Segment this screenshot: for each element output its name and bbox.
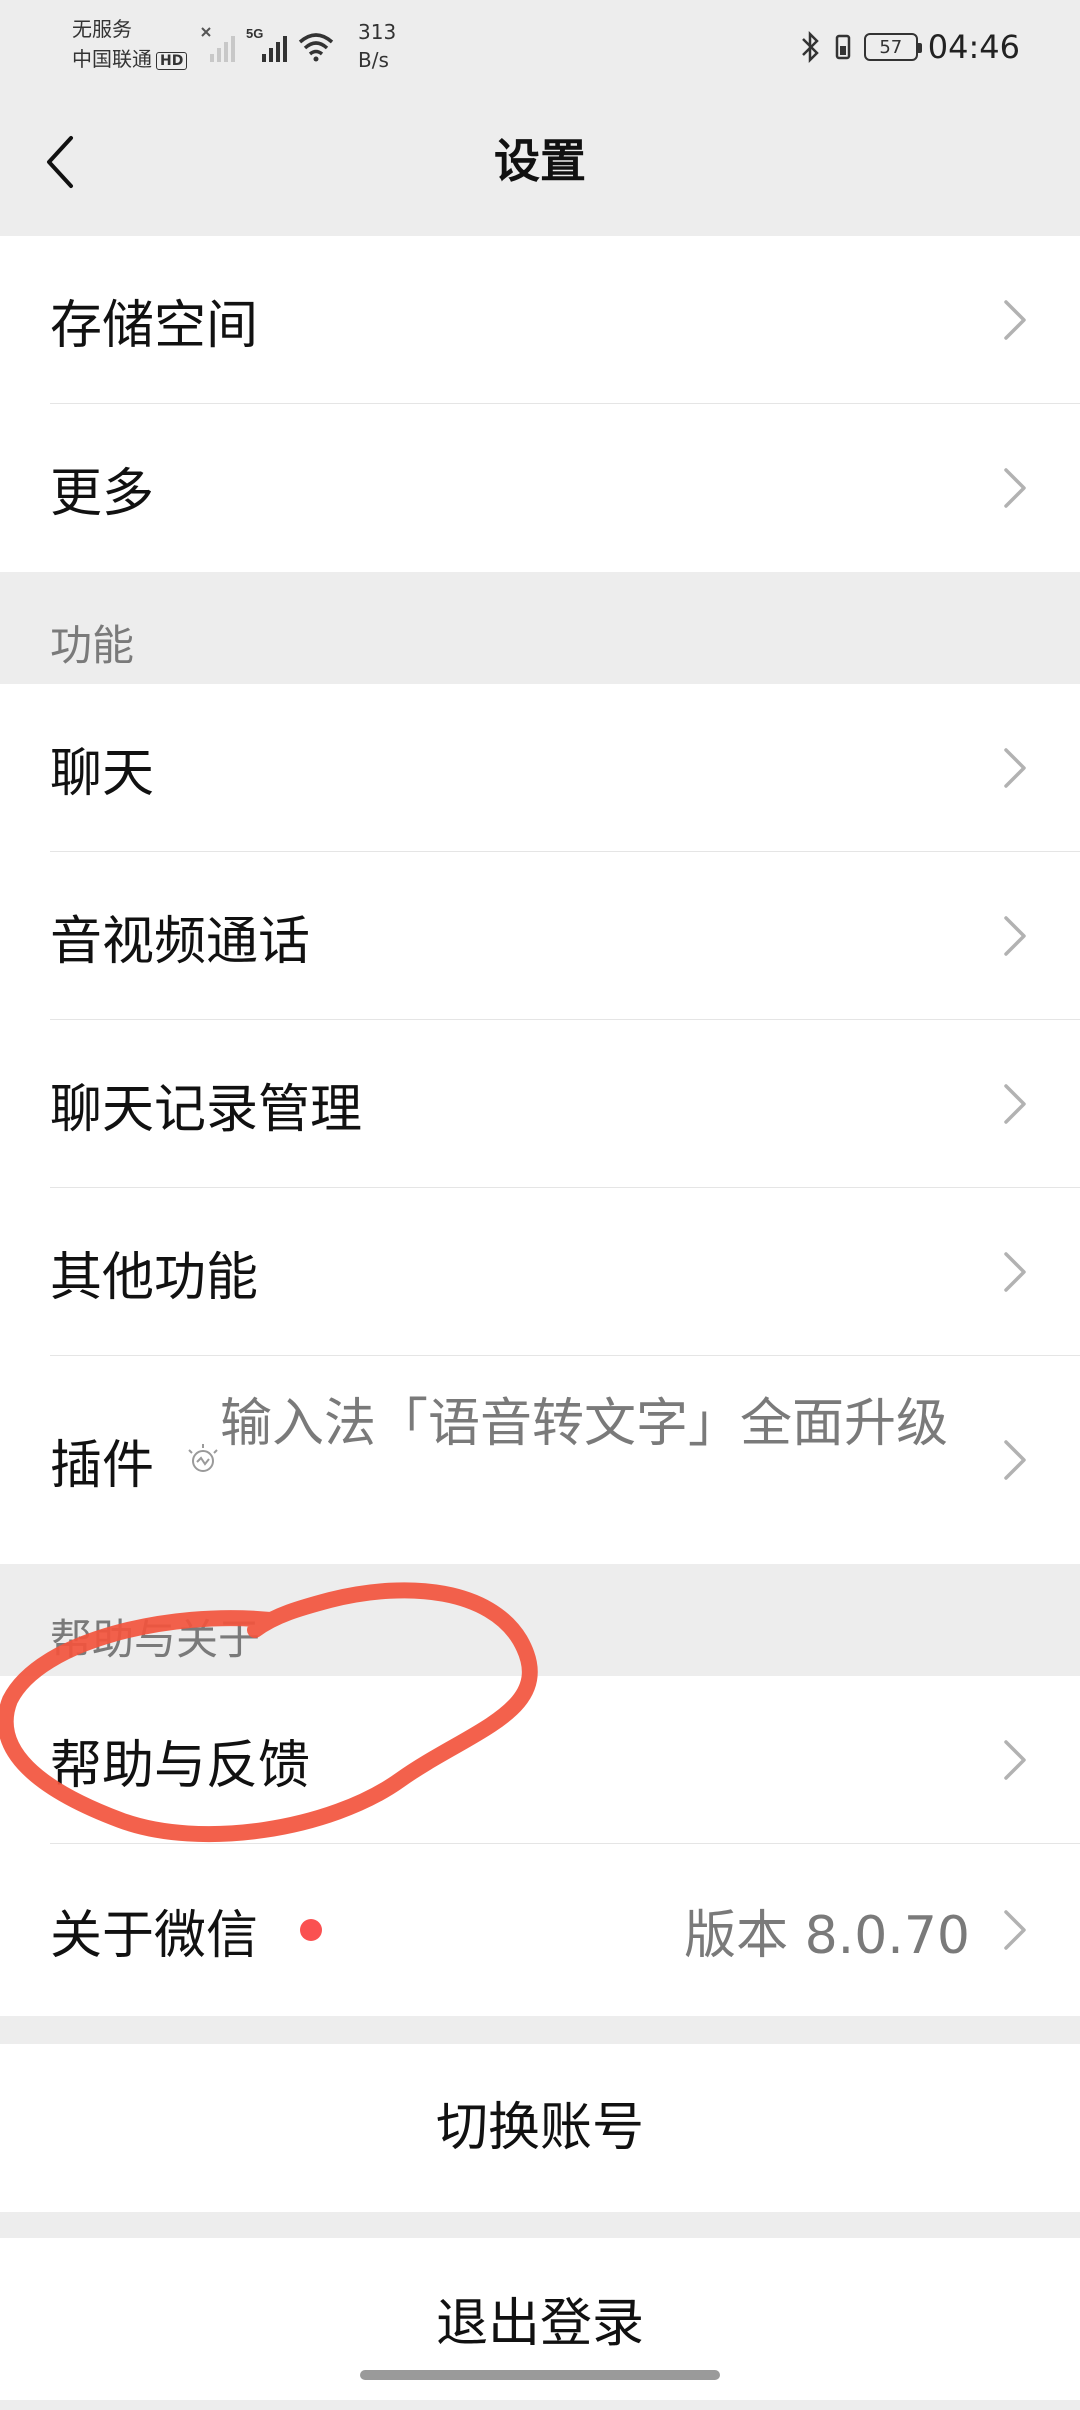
chevron-left-icon	[47, 136, 73, 188]
settings-item-label: 更多	[50, 463, 155, 524]
settings-item-label: 聊天记录管理	[50, 1079, 363, 1140]
help-group: 帮助与反馈 关于微信 版本 8.0.70	[0, 1676, 1080, 2016]
status-time: 04:46	[927, 28, 1020, 66]
version-value: 版本 8.0.70	[684, 1905, 970, 1966]
features-group: 聊天 音视频通话 聊天记录管理 其他功能 插件 输入法「语音转文字」全面升级	[0, 684, 1080, 1564]
bluetooth-icon	[801, 30, 819, 64]
chevron-right-icon	[1004, 1740, 1026, 1780]
phone-vibrate-icon	[835, 34, 851, 60]
net-speed-unit: B/s	[358, 48, 389, 72]
plugin-hint-text: 输入法「语音转文字」全面升级	[220, 1394, 949, 1454]
settings-item-chat-history[interactable]: 聊天记录管理	[0, 1020, 1080, 1188]
logout-label: 退出登录	[435, 2294, 644, 2354]
chevron-right-icon	[1004, 1910, 1026, 1950]
page-title: 设置	[494, 134, 586, 188]
battery-icon: 57	[863, 33, 922, 61]
status-bar: 无服务 中国联通 HD 5G 313 B/s 57 04:46	[0, 0, 1080, 92]
home-indicator[interactable]	[360, 2370, 720, 2380]
settings-item-chat[interactable]: 聊天	[0, 684, 1080, 852]
net-speed-value: 313	[358, 20, 397, 44]
settings-item-label: 音视频通话	[50, 911, 311, 972]
carrier-line1: 无服务	[72, 17, 132, 41]
chevron-right-icon	[1004, 300, 1026, 340]
settings-item-more[interactable]: 更多	[0, 404, 1080, 572]
chevron-right-icon	[1004, 1440, 1026, 1480]
hd-badge: HD	[156, 51, 188, 70]
settings-item-other-features[interactable]: 其他功能	[0, 1188, 1080, 1356]
carrier-line2: 中国联通	[72, 47, 152, 71]
lightbulb-icon	[188, 1444, 218, 1472]
status-right: 57 04:46	[800, 26, 1020, 68]
settings-item-label: 存储空间	[50, 295, 259, 356]
no-signal-icon	[201, 27, 235, 62]
settings-item-help-feedback[interactable]: 帮助与反馈	[0, 1676, 1080, 1844]
settings-item-label: 帮助与反馈	[50, 1735, 311, 1796]
chevron-right-icon	[1004, 1084, 1026, 1124]
settings-item-storage[interactable]: 存储空间	[0, 236, 1080, 404]
settings-item-av-call[interactable]: 音视频通话	[0, 852, 1080, 1020]
back-button[interactable]	[30, 122, 90, 202]
settings-item-label: 其他功能	[50, 1247, 259, 1308]
nav-bar: 设置	[0, 92, 1080, 230]
chevron-right-icon	[1004, 748, 1026, 788]
settings-item-plugins[interactable]: 插件 输入法「语音转文字」全面升级	[0, 1356, 1080, 1564]
chevron-right-icon	[1004, 468, 1026, 508]
settings-item-label: 插件	[50, 1435, 155, 1496]
signal-wifi-icons: 5G	[201, 26, 334, 62]
switch-account-button[interactable]: 切换账号	[0, 2044, 1080, 2212]
chevron-right-icon	[1004, 1252, 1026, 1292]
settings-item-about[interactable]: 关于微信 版本 8.0.70	[0, 1844, 1080, 2016]
settings-item-label: 聊天	[50, 743, 155, 804]
chevron-right-icon	[1004, 916, 1026, 956]
net-speed: 313 B/s	[358, 18, 396, 74]
storage-group: 存储空间 更多	[0, 236, 1080, 572]
switch-account-label: 切换账号	[435, 2098, 644, 2158]
new-badge-dot	[300, 1919, 322, 1941]
network-type: 5G	[246, 26, 263, 41]
settings-item-label: 关于微信	[50, 1905, 259, 1966]
wifi-icon	[298, 33, 334, 62]
signal-icon	[262, 36, 287, 62]
section-header-help: 帮助与关于	[50, 1615, 261, 1664]
carrier-info: 无服务 中国联通 HD	[72, 14, 188, 74]
section-header-features: 功能	[50, 621, 135, 670]
